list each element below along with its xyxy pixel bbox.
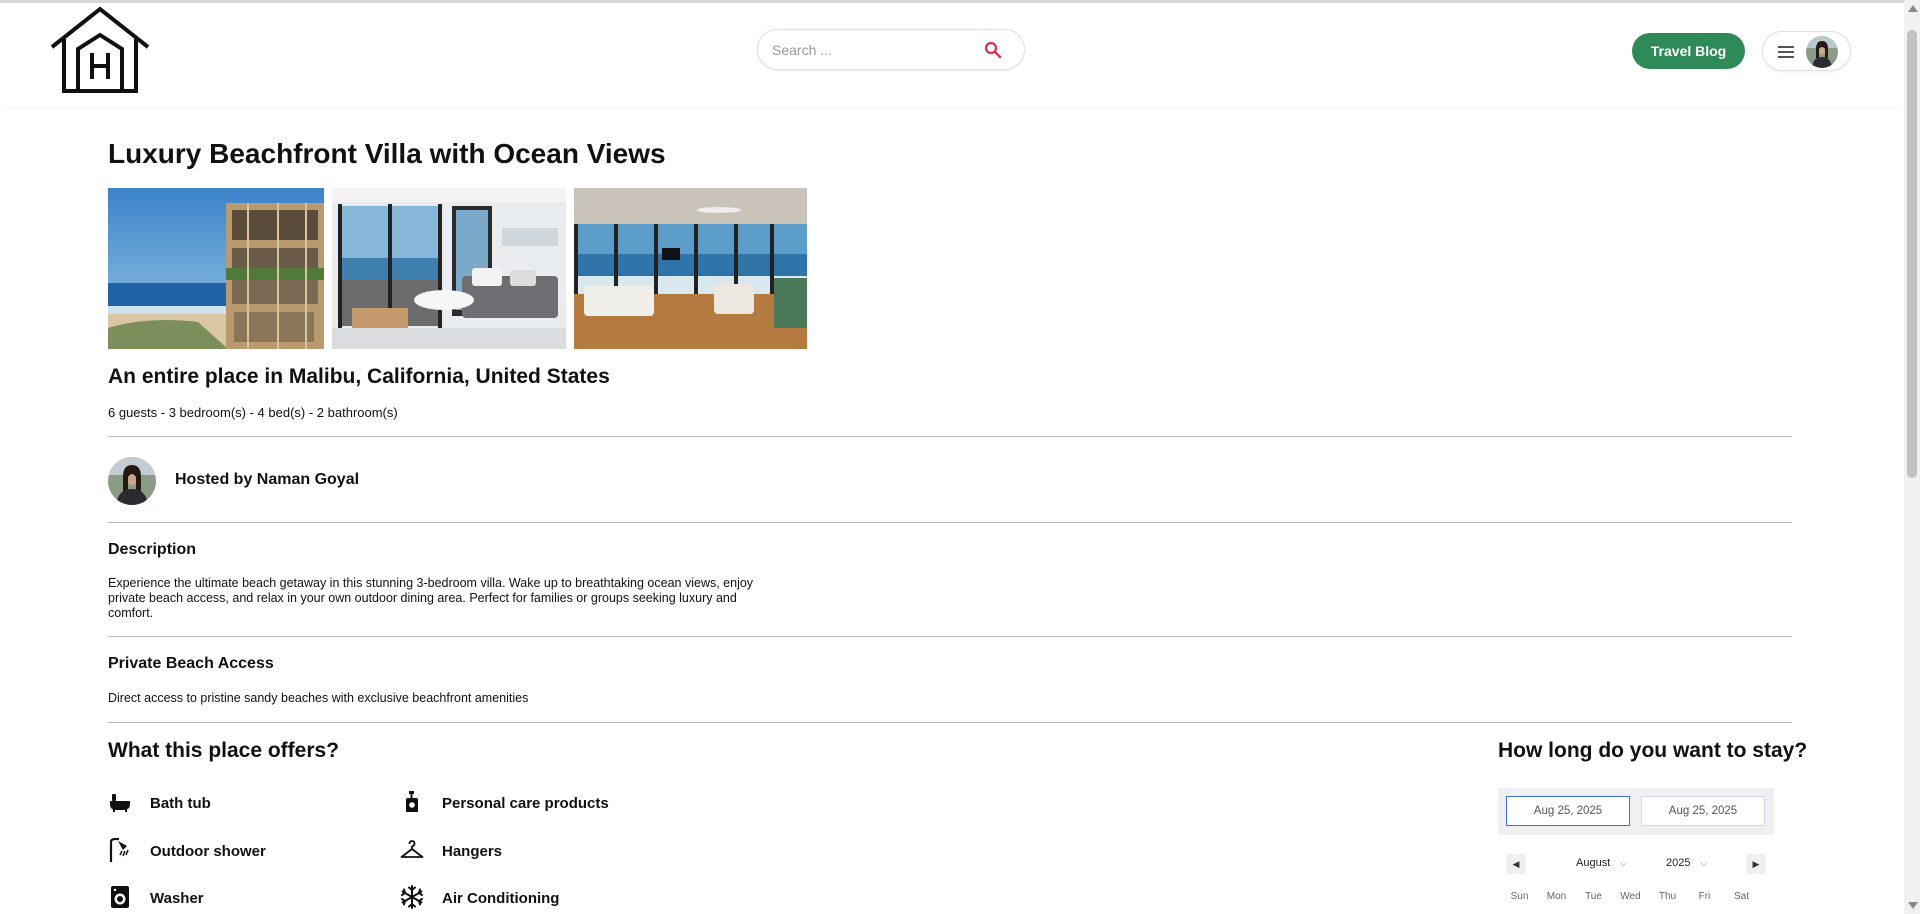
feature-text: Direct access to pristine sandy beaches … <box>108 691 529 705</box>
host-avatar[interactable] <box>108 457 156 505</box>
calendar-navigation: ◀ August ⌵ 2025 ⌵ ▶ <box>1506 854 1768 874</box>
weekday-label: Sun <box>1510 891 1529 902</box>
amenity-label: Air Conditioning <box>442 890 560 907</box>
description-text: Experience the ultimate beach getaway in… <box>108 576 754 620</box>
amenity-label: Bath tub <box>150 795 211 812</box>
soap-bottle-icon <box>406 791 418 812</box>
calendar-weekdays: Sun Mon Tue Wed Thu Fri Sat <box>1498 891 1774 905</box>
month-value: August <box>1576 857 1611 869</box>
photo-beachfront-building[interactable] <box>108 188 324 349</box>
stay-heading: How long do you want to stay? <box>1498 739 1808 762</box>
scroll-up-arrow-icon[interactable] <box>1908 5 1918 12</box>
chevron-down-icon: ⌵ <box>1700 858 1708 868</box>
hamburger-menu-icon <box>1778 46 1794 58</box>
washer-icon <box>111 886 129 908</box>
search-bar[interactable] <box>757 29 1025 70</box>
scroll-down-arrow-icon[interactable] <box>1908 902 1918 909</box>
shower-icon <box>109 838 129 862</box>
next-month-button[interactable]: ▶ <box>1746 854 1766 874</box>
chevron-down-icon: ⌵ <box>1620 858 1628 868</box>
month-select[interactable]: August ⌵ <box>1576 857 1627 869</box>
search-icon[interactable] <box>984 41 1002 59</box>
search-input[interactable] <box>772 39 972 61</box>
weekday-label: Mon <box>1546 891 1567 902</box>
amenity-item: Bath tub <box>108 790 308 816</box>
amenity-label: Hangers <box>442 843 503 860</box>
weekday-label: Wed <box>1620 891 1641 902</box>
amenity-item: Outdoor shower <box>108 838 308 864</box>
weekday-label: Thu <box>1658 891 1677 902</box>
page-scrollbar[interactable] <box>1904 0 1920 914</box>
amenity-item: Personal care products <box>400 790 640 816</box>
prev-month-button[interactable]: ◀ <box>1506 854 1526 874</box>
year-select[interactable]: 2025 ⌵ <box>1666 857 1707 869</box>
photo-living-room-balcony[interactable] <box>332 188 566 349</box>
hanger-icon <box>400 840 424 858</box>
date-range-picker <box>1498 788 1774 835</box>
divider <box>108 722 1792 723</box>
scrollbar-thumb[interactable] <box>1907 30 1917 478</box>
weekday-label: Sat <box>1733 891 1749 902</box>
bathtub-icon <box>110 794 130 812</box>
divider <box>108 522 1792 523</box>
caret-left-icon: ◀ <box>1512 858 1520 869</box>
feature-heading: Private Beach Access <box>108 655 274 672</box>
description-heading: Description <box>108 541 197 558</box>
amenity-label: Personal care products <box>442 795 609 812</box>
listing-stats: 6 guests - 3 bedroom(s) - 4 bed(s) - 2 b… <box>108 405 398 420</box>
end-date-input[interactable] <box>1641 796 1765 826</box>
weekday-label: Tue <box>1585 891 1602 902</box>
photo-ocean-view-lounge[interactable] <box>574 188 807 349</box>
amenity-label: Outdoor shower <box>150 843 266 860</box>
travel-blog-button[interactable]: Travel Blog <box>1632 33 1745 69</box>
listing-location: An entire place in Malibu, California, U… <box>108 365 610 388</box>
divider <box>108 636 1792 637</box>
amenity-item: Washer <box>108 885 308 911</box>
snowflake-icon <box>401 885 423 909</box>
amenity-item: Air Conditioning <box>400 885 640 911</box>
house-h-logo[interactable] <box>48 5 152 95</box>
start-date-input[interactable] <box>1506 796 1630 826</box>
weekday-label: Fri <box>1698 891 1711 902</box>
profile-menu-button[interactable] <box>1762 31 1851 71</box>
amenity-item: Hangers <box>400 838 640 864</box>
caret-right-icon: ▶ <box>1752 858 1760 869</box>
site-header: Travel Blog <box>0 3 1904 105</box>
host-name: Hosted by Naman Goyal <box>175 471 360 488</box>
offers-heading: What this place offers? <box>108 739 340 762</box>
amenity-label: Washer <box>150 890 204 907</box>
divider <box>108 436 1792 437</box>
year-value: 2025 <box>1666 857 1691 869</box>
listing-title: Luxury Beachfront Villa with Ocean Views <box>108 138 666 169</box>
user-avatar <box>1806 36 1838 68</box>
